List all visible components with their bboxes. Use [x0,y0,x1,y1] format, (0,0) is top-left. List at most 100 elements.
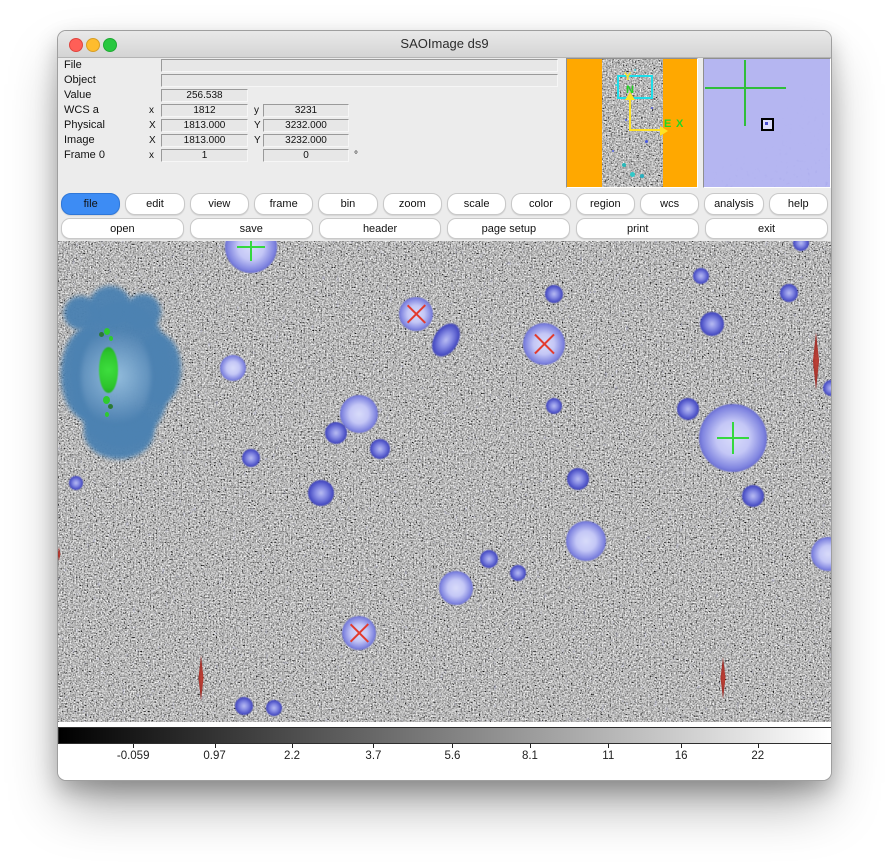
menu-button-bin[interactable]: bin [318,193,377,215]
magnifier-crosshair-v [744,60,746,126]
menu-button-region[interactable]: region [576,193,635,215]
panner-speck [612,150,614,152]
pixel-value-field: 256.538 [161,89,248,102]
catalog-x-marker [532,332,556,356]
menu-button-wcs[interactable]: wcs [640,193,699,215]
menu-button-zoom[interactable]: zoom [383,193,442,215]
physical-y-label: Y [254,119,261,132]
file-menu-button-exit[interactable]: exit [705,218,828,239]
colorbar-scale[interactable] [58,727,832,744]
colorbar-tick-label: 16 [675,750,688,762]
saturated-galaxy-blob [59,284,188,463]
image-y-label: Y [254,134,261,147]
catalog-x-marker [348,622,370,644]
degree-symbol: ° [354,149,358,162]
menu-button-file[interactable]: file [61,193,120,215]
colorbar-tick [373,744,374,748]
panner[interactable]: Y N E X [566,58,698,188]
colorbar-tick [133,744,134,748]
object-value-field [161,74,558,87]
wcs-label: WCS a [64,104,99,117]
image-label: Image [64,134,95,147]
menu-button-analysis[interactable]: analysis [704,193,763,215]
magnifier-cursor-pixel [761,118,774,131]
colorbar-tick [452,744,453,748]
star-blob [439,571,473,605]
star-blob [370,439,390,459]
image-x-field: 1813.000 [161,134,248,147]
colorbar-tick-label: 11 [602,750,614,762]
file-menu-row: open save headerpage setup print exit [61,218,828,238]
panner-speck [622,163,626,167]
colorbar-tick [215,744,216,748]
file-menu-button-print[interactable]: print [576,218,699,239]
star-blob [567,468,589,490]
star-blob [566,521,606,561]
colorbar-section: -0.0590.972.23.75.68.1111622 [58,722,831,781]
image-y-field: 3232.000 [263,134,349,147]
star-blob [700,312,724,336]
panner-speck [634,69,636,71]
menu-button-frame[interactable]: frame [254,193,313,215]
crosshair-marker [718,423,748,453]
star-blob [220,355,246,381]
colorbar-tick-label: 8.1 [522,750,538,762]
catalog-x-marker [405,303,427,325]
star-blob [546,398,562,414]
window-title: SAOImage ds9 [58,31,831,57]
ds9-window: SAOImage ds9 File Object Value 256.538 W… [57,30,832,781]
physical-label: Physical [64,119,105,132]
file-menu-button-save[interactable]: save [190,218,313,239]
colorbar-tick-label: -0.059 [117,750,150,762]
menu-button-view[interactable]: view [190,193,249,215]
star-blob [545,285,563,303]
star-blob [235,697,253,715]
panner-speck [645,140,648,143]
title-bar[interactable]: SAOImage ds9 [58,31,831,58]
menu-button-edit[interactable]: edit [125,193,184,215]
file-menu-button-header[interactable]: header [319,218,442,239]
colorbar-tick-label: 22 [751,750,764,762]
desktop: { "window": { "title": "SAOImage ds9" },… [0,0,889,862]
menu-button-scale[interactable]: scale [447,193,506,215]
star-blob [480,550,498,568]
menu-button-color[interactable]: color [511,193,570,215]
wcs-x-label: x [149,104,154,117]
compass-y-label: Y [624,72,631,83]
magnifier[interactable] [703,58,831,188]
colorbar-tick [530,744,531,748]
colorbar-tick [758,744,759,748]
wcs-y-field: 3231 [263,104,349,117]
colorbar-tick-label: 2.2 [284,750,300,762]
panner-speck [640,174,644,178]
frame-x-label: x [149,149,154,162]
image-x-label: X [149,134,156,147]
compass-y-axis [629,99,631,131]
physical-x-label: X [149,119,156,132]
panner-viewport-rect[interactable] [617,75,653,99]
compass-east-label: E [664,119,671,130]
panner-speck [625,119,627,121]
star-blob [69,476,83,490]
star-blob [510,565,526,581]
colorbar-tick [608,744,609,748]
colorbar-tick [292,744,293,748]
compass-north-label: N [626,85,634,96]
colorbar-tick-label: 3.7 [365,750,381,762]
file-menu-button-page-setup[interactable]: page setup [447,218,570,239]
object-label: Object [64,74,96,87]
star-blob [325,422,347,444]
file-label: File [64,59,82,72]
colorbar-tick [681,744,682,748]
frame-rotate-field: 0 [263,149,349,162]
crosshair-marker [238,241,264,260]
file-menu-button-open[interactable]: open [61,218,184,239]
saturated-core [99,347,118,393]
file-value-field [161,59,558,72]
menu-button-help[interactable]: help [769,193,828,215]
star-blob [780,284,798,302]
star-blob [266,700,282,716]
star-blob [308,480,334,506]
image-field[interactable] [58,241,832,722]
star-blob [742,485,764,507]
